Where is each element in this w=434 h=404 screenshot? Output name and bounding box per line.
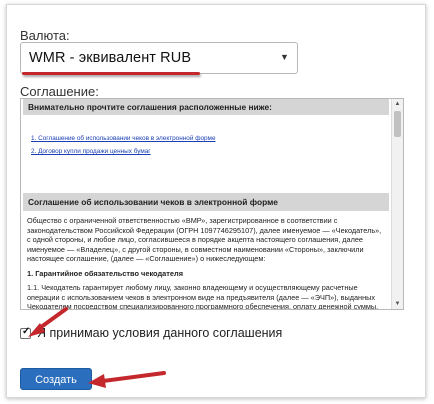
scroll-down-icon[interactable]: ▼ [392, 299, 403, 309]
agreement-section-title: Соглашение об использовании чеков в элек… [23, 193, 389, 211]
accept-row[interactable]: ✓ Я принимаю условия данного соглашения [20, 325, 282, 341]
agreement-text-box[interactable]: Внимательно прочтите соглашения располож… [20, 98, 404, 310]
create-button[interactable]: Создать [20, 368, 92, 390]
agreement-link-checks[interactable]: 1. Соглашение об использовании чеков в э… [31, 135, 389, 142]
currency-select-value: WMR - эквивалент RUB [29, 50, 192, 66]
scroll-up-icon[interactable]: ▲ [392, 99, 403, 109]
scroll-thumb[interactable] [394, 111, 401, 137]
accept-label: Я принимаю условия данного соглашения [37, 326, 283, 340]
agreement-header: Внимательно прочтите соглашения располож… [23, 99, 389, 115]
checkmark-icon: ✓ [22, 325, 31, 337]
currency-label: Валюта: [20, 28, 70, 43]
agreement-link-securities[interactable]: 2. Договор купли продажи ценных бумаг [31, 148, 389, 155]
agreement-scrollbar[interactable]: ▲ ▼ [391, 99, 403, 309]
annotation-underline [22, 72, 200, 75]
agreement-content: Внимательно прочтите соглашения располож… [23, 99, 389, 309]
agreement-paragraph-2: 1.1. Чекодатель гарантирует любому лицу,… [27, 282, 379, 309]
chevron-down-icon: ▼ [279, 52, 289, 62]
agreement-paragraph: Общество с ограниченной ответственностью… [27, 216, 382, 264]
agreement-subheading: 1. Гарантийное обязательство чекодателя [27, 268, 184, 278]
accept-checkbox[interactable]: ✓ [20, 325, 31, 339]
currency-select[interactable]: WMR - эквивалент RUB ▼ [20, 42, 298, 74]
agreement-label: Соглашение: [20, 84, 99, 99]
